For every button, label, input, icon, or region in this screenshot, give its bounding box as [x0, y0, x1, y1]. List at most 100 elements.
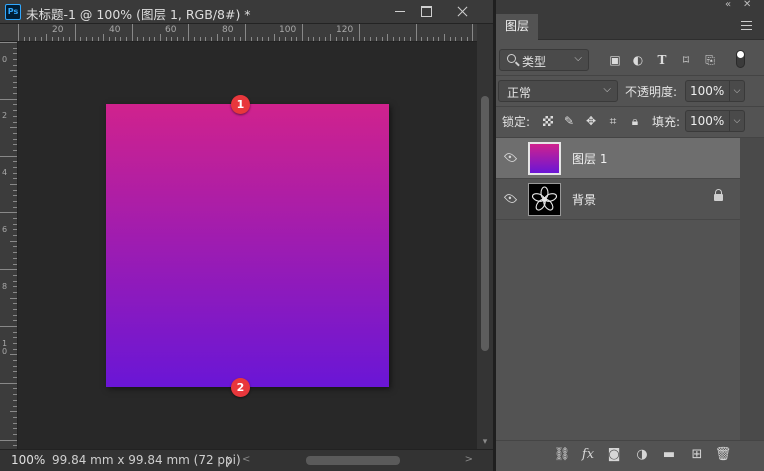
- ruler-tick: [165, 37, 167, 41]
- blend-mode-select[interactable]: 正常 ⌵: [498, 80, 618, 102]
- ruler-tick: [353, 37, 355, 41]
- ruler-tick: [13, 138, 17, 140]
- ruler-tick: [142, 37, 144, 41]
- ruler-tick: [461, 37, 463, 41]
- ruler-tick: [13, 308, 17, 310]
- status-bar: 100% 99.84 mm x 99.84 mm (72 ppi) 〉 < >: [0, 449, 493, 471]
- type-filter-icon[interactable]: T: [653, 51, 671, 69]
- ruler-tick: [13, 286, 17, 288]
- ruler-tick: [13, 388, 17, 390]
- ruler-label: 6: [2, 225, 8, 234]
- scroll-left-icon[interactable]: <: [242, 454, 250, 465]
- ruler-tick: [13, 257, 17, 259]
- vertical-scrollbar[interactable]: ▾: [477, 24, 493, 449]
- ruler-tick: [13, 405, 17, 407]
- ruler-tick: [13, 104, 17, 106]
- ruler-tick: [13, 132, 17, 134]
- adjustment-layer-icon[interactable]: ◑: [633, 446, 651, 464]
- ruler-tick: [13, 433, 17, 435]
- info-menu-arrow[interactable]: 〉: [226, 453, 238, 470]
- ruler-tick: [262, 37, 264, 41]
- ruler-tick: [13, 422, 17, 424]
- maximize-button[interactable]: [410, 0, 444, 24]
- panel-menu-icon[interactable]: [741, 21, 752, 30]
- opacity-input[interactable]: 100%: [685, 80, 730, 102]
- ruler-tick: [13, 246, 17, 248]
- collapse-panel-icon[interactable]: «: [725, 0, 731, 10]
- horizontal-scrollbar[interactable]: < >: [240, 452, 477, 468]
- layers-scrollbar[interactable]: [740, 138, 764, 440]
- canvas-area[interactable]: 1 2: [18, 42, 477, 449]
- ruler-label: 60: [165, 25, 177, 35]
- filter-toggle[interactable]: [736, 50, 745, 68]
- ruler-tick: [13, 291, 17, 293]
- vertical-ruler[interactable]: 0 2 4 6 8 10: [0, 42, 18, 449]
- new-layer-icon[interactable]: ⊞: [688, 446, 706, 464]
- lock-label: 锁定:: [502, 115, 531, 129]
- ruler-tick: [375, 37, 377, 41]
- mask-icon[interactable]: ◙: [605, 446, 623, 464]
- ruler-tick: [13, 144, 17, 146]
- ruler-tick: [267, 37, 269, 41]
- gradient-canvas[interactable]: [106, 104, 389, 387]
- artboard-icon[interactable]: ⌗: [605, 113, 621, 129]
- ruler-tick: [273, 34, 275, 41]
- horizontal-ruler[interactable]: 20 40 60 80 100 120: [0, 24, 477, 42]
- flower-icon: [531, 186, 558, 211]
- shape-filter-icon[interactable]: ⌑: [677, 51, 695, 69]
- ruler-tick: [52, 37, 54, 41]
- ruler-tick: [284, 37, 286, 41]
- ruler-tick: [13, 331, 17, 333]
- tab-layers[interactable]: 图层: [496, 14, 538, 40]
- close-button[interactable]: [447, 0, 481, 24]
- ruler-tick: [154, 37, 156, 41]
- ruler-tick: [35, 37, 37, 41]
- layer-row[interactable]: 图层 1: [496, 138, 740, 179]
- ruler-tick: [13, 53, 17, 55]
- fill-input[interactable]: 100%: [685, 110, 730, 132]
- chevron-down-icon: ⌵: [603, 84, 611, 95]
- ruler-tick: [302, 24, 303, 41]
- scrollbar-thumb[interactable]: [481, 96, 489, 351]
- move-icon[interactable]: ✥: [583, 113, 599, 129]
- scrollbar-thumb[interactable]: [746, 138, 756, 440]
- fx-icon[interactable]: fx: [579, 446, 597, 464]
- smart-object-filter-icon[interactable]: ⎘: [701, 51, 719, 69]
- brush-icon[interactable]: ✎: [561, 113, 577, 129]
- eye-icon[interactable]: [503, 150, 518, 165]
- filter-kind-select[interactable]: 类型 ⌵: [499, 49, 589, 71]
- layer-row[interactable]: 背景: [496, 179, 740, 220]
- scrollbar-thumb[interactable]: [306, 456, 400, 465]
- zoom-level[interactable]: 100%: [11, 453, 45, 467]
- adjustment-filter-icon[interactable]: ◐: [629, 51, 647, 69]
- scroll-down-icon[interactable]: ▾: [480, 437, 490, 447]
- layer-name: 背景: [572, 193, 597, 207]
- close-panel-icon[interactable]: ✕: [743, 0, 751, 10]
- ruler-tick: [449, 37, 451, 41]
- chevron-down-icon[interactable]: ⌵: [730, 110, 745, 132]
- ruler-tick: [398, 37, 400, 41]
- ruler-tick: [0, 269, 17, 271]
- image-filter-icon[interactable]: ▣: [606, 51, 624, 69]
- link-icon[interactable]: ⛓︎: [553, 446, 571, 464]
- trash-icon[interactable]: 🗑︎: [714, 446, 732, 464]
- scroll-right-icon[interactable]: >: [465, 454, 473, 465]
- lock-transparent-icon[interactable]: [543, 116, 553, 126]
- ruler-tick: [13, 115, 17, 117]
- ruler-tick: [0, 155, 17, 157]
- document-title-bar[interactable]: Ps 未标题-1 @ 100% (图层 1, RGB/8#) *: [0, 0, 493, 24]
- opacity-label: 不透明度:: [625, 85, 678, 99]
- ruler-tick: [13, 348, 17, 350]
- ruler-tick: [313, 37, 315, 41]
- ruler-label: 0: [2, 55, 8, 64]
- folder-icon[interactable]: ▬: [660, 446, 678, 464]
- ruler-tick: [296, 37, 298, 41]
- chevron-down-icon[interactable]: ⌵: [730, 80, 745, 102]
- lock-icon[interactable]: [714, 189, 723, 201]
- panel-bottom-toolbar: ⛓︎ fx ◙ ◑ ▬ ⊞ 🗑︎: [496, 440, 764, 471]
- ruler-tick: [108, 37, 110, 41]
- eye-icon[interactable]: [503, 191, 518, 206]
- ruler-tick: [160, 34, 161, 41]
- ruler-tick: [0, 382, 17, 384]
- lock-all-icon[interactable]: 🔒︎: [627, 113, 643, 129]
